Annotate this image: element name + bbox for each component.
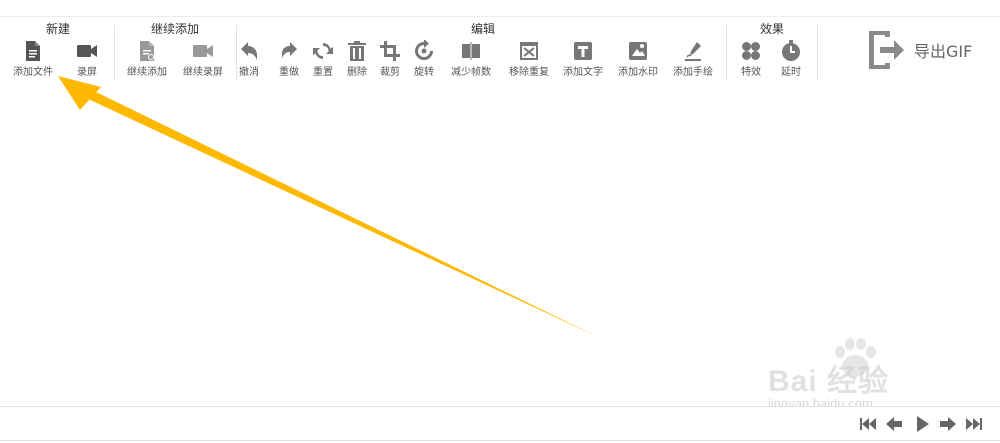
continue-add-button[interactable]: 继续添加 [120,37,174,81]
export-gif-label: 导出GIF [914,42,973,61]
add-text-button[interactable]: 添加文字 [556,37,610,81]
group-title-effects: 效果 [759,22,784,36]
reset-button[interactable]: 重置 [305,37,341,81]
reduce-frames-button[interactable]: 减少帧数 [444,37,498,81]
arrow-left-icon [886,417,902,431]
arrow-right-icon [940,417,956,431]
play-icon [917,416,929,432]
group-title-continue: 继续添加 [150,22,199,36]
watermark-main-text: Bai 经验 [768,365,890,398]
undo-icon [241,42,257,60]
baidu-watermark: Bai 经验 jingyan.baidu.com [768,336,968,416]
add-watermark-button[interactable]: 添加水印 [611,37,665,81]
record-screen-button[interactable]: 录屏 [60,37,114,81]
rotate-icon [415,40,433,60]
add-text-label: 添加文字 [563,67,603,78]
separator [114,25,115,81]
reduce-frames-label: 减少帧数 [451,67,491,78]
group-new: 新建 添加文件 录屏 [6,17,110,83]
group-effects: 效果 特效 延时 [730,17,814,83]
undo-label: 撤消 [239,67,259,78]
crop-label: 裁剪 [380,67,400,78]
export-gif-button[interactable]: 导出GIF [862,29,982,73]
continue-record-label: 继续录屏 [183,67,223,78]
group-edit: 编辑 撤消 重做 重置 删除 裁剪 旋转 减少帧数 移除重复 添加文字 添加水印… [239,17,726,83]
watermark-icon [629,42,647,60]
first-frame-button[interactable] [858,415,878,433]
delay-label: 延时 [781,67,801,78]
add-drawing-button[interactable]: 添加手绘 [666,37,720,81]
group-title-edit: 编辑 [470,22,495,36]
skip-to-end-icon [966,418,982,430]
continue-record-button[interactable]: 继续录屏 [176,37,230,81]
document-add-icon [140,41,154,61]
trash-icon [348,41,366,61]
group-title-new: 新建 [45,22,70,36]
delete-label: 删除 [347,67,367,78]
add-file-button[interactable]: 添加文件 [6,37,60,81]
group-continue: 继续添加 继续添加 继续录屏 [118,17,232,83]
toolbar: 新建 添加文件 录屏 继续添加 继续添加 继续录屏 编辑 撤消 重做 重置 删除… [0,16,1000,84]
frames-icon [462,42,480,60]
delete-button[interactable]: 删除 [339,37,375,81]
document-icon [26,41,40,61]
delay-button[interactable]: 延时 [764,37,818,81]
text-icon [574,42,592,60]
rotate-label: 旋转 [414,67,434,78]
crop-button[interactable]: 裁剪 [372,37,408,81]
add-watermark-label: 添加水印 [618,67,658,78]
skip-to-start-icon [860,418,876,430]
video-camera-icon [193,45,213,57]
export-icon [869,31,904,69]
last-frame-button[interactable] [964,415,984,433]
crop-icon [380,41,400,61]
next-frame-button[interactable] [938,415,958,433]
video-camera-icon [77,45,97,57]
stopwatch-icon [782,40,800,61]
separator [817,25,818,81]
previous-frame-button[interactable] [884,415,904,433]
remove-duplicates-button[interactable]: 移除重复 [502,37,556,81]
undo-button[interactable]: 撤消 [231,37,267,81]
divider [0,440,1000,441]
redo-icon [282,42,297,59]
redo-button[interactable]: 重做 [271,37,307,81]
add-file-label: 添加文件 [13,67,53,78]
clover-icon [742,42,760,60]
play-button[interactable] [912,415,932,433]
reset-label: 重置 [313,67,333,78]
playback-bar [0,406,1000,443]
remove-duplicates-label: 移除重复 [509,67,549,78]
remove-duplicates-icon [520,42,538,60]
brush-icon [685,42,701,61]
rotate-button[interactable]: 旋转 [406,37,442,81]
continue-add-label: 继续添加 [127,67,167,78]
redo-label: 重做 [279,67,299,78]
refresh-icon [313,43,333,59]
record-screen-label: 录屏 [77,67,97,78]
add-drawing-label: 添加手绘 [673,67,713,78]
